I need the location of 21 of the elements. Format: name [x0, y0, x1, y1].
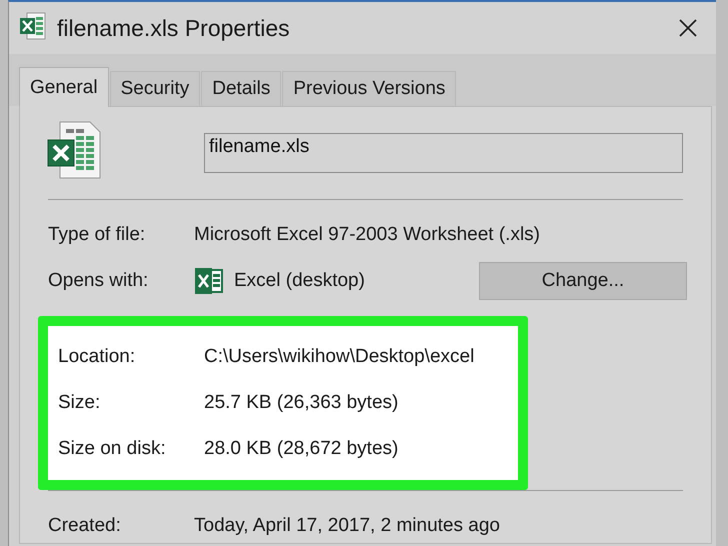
close-icon: [679, 19, 697, 37]
field-label: Size on disk:: [58, 438, 167, 460]
window-title: filename.xls Properties: [57, 14, 291, 42]
field-label: Type of file:: [48, 224, 146, 246]
field-label: Size:: [58, 392, 102, 414]
field-value: 25.7 KB (26,363 bytes): [204, 392, 398, 414]
field-value: C:\Users\wikihow\Desktop\excel: [204, 346, 474, 368]
change-button[interactable]: Change...: [479, 262, 687, 300]
field-value: Microsoft Excel 97-2003 Worksheet (.xls): [194, 224, 540, 246]
field-label: Created:: [48, 515, 122, 537]
tab[interactable]: Details: [201, 71, 282, 106]
spreadsheet-app-icon: [194, 267, 224, 295]
field-value: Today, April 17, 2017, 2 minutes ago: [194, 515, 500, 537]
file-name-field[interactable]: filename.xls: [204, 133, 683, 173]
field-label: Location:: [58, 346, 136, 368]
field-value: 28.0 KB (28,672 bytes): [204, 438, 398, 460]
tab[interactable]: General: [19, 67, 109, 107]
field-value: Excel (desktop): [234, 270, 365, 292]
tab[interactable]: Previous Versions: [282, 71, 456, 106]
field-label: Opens with:: [48, 270, 150, 292]
tab[interactable]: Security: [110, 71, 200, 106]
